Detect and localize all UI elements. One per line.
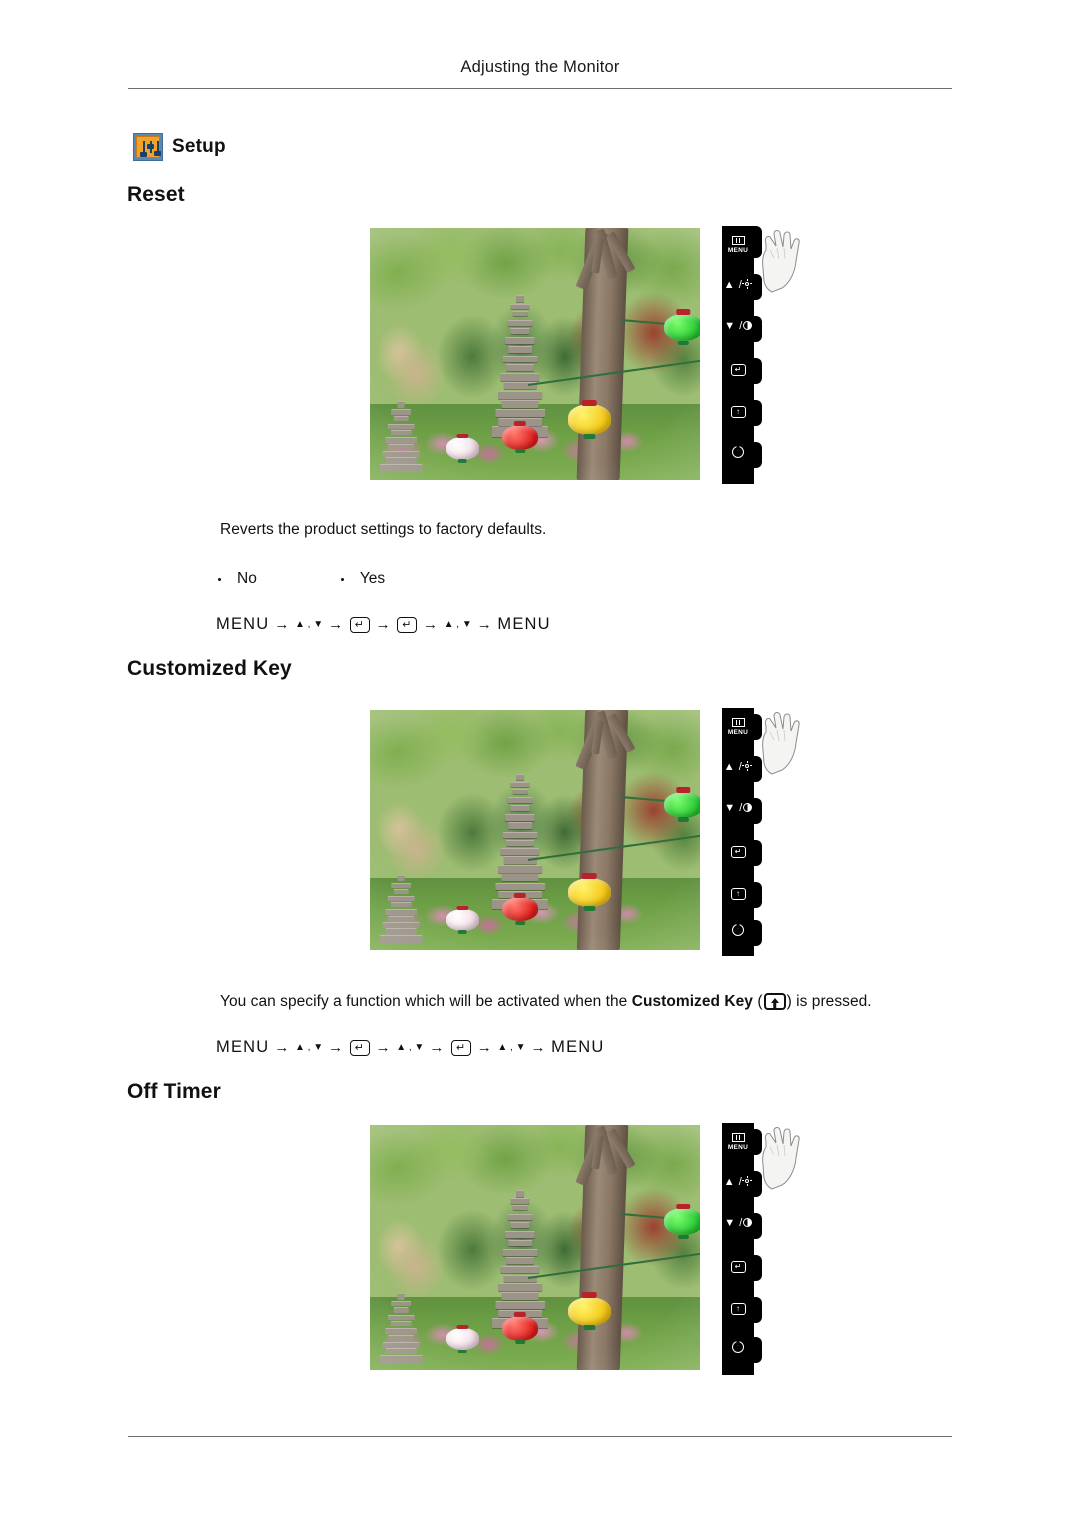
lantern-white-icon — [445, 909, 479, 931]
reset-key-sequence: MENU → ▲ , ▼ → ↵ → ↵ → ▲ , ▼ → MENU — [216, 615, 551, 633]
brightness-sun-icon: ▲ / — [722, 279, 754, 291]
pagoda-large-icon — [492, 1190, 549, 1329]
lantern-white-icon — [445, 1328, 479, 1351]
option-no-label: No — [237, 570, 257, 587]
lantern-red-icon — [502, 1316, 539, 1341]
pagoda-large-icon — [492, 295, 549, 438]
enter-icon: ↵ — [722, 364, 754, 376]
monitor-control-panel: MENU ▲ / ▼ / ↵ ↑ — [722, 226, 800, 484]
footer-divider — [128, 1436, 952, 1437]
lantern-green-icon — [663, 1208, 700, 1236]
lantern-red-icon — [502, 897, 539, 922]
reset-description: Reverts the product settings to factory … — [220, 521, 547, 538]
enter-icon: ↵ — [722, 1261, 754, 1273]
monitor-photo — [370, 228, 700, 480]
pagoda-large-icon — [492, 773, 549, 910]
figure-off-timer: MENU ▲ / ▼ / ↵ ↑ — [370, 1123, 800, 1387]
monitor-photo — [370, 1125, 700, 1370]
menu-grid-icon: MENU — [722, 236, 754, 255]
menu-grid-icon: MENU — [722, 1133, 754, 1152]
setup-section-title: Setup — [133, 133, 226, 161]
power-icon — [722, 924, 754, 938]
bullet-icon — [218, 577, 221, 581]
seq-menu-start: MENU — [216, 1038, 270, 1056]
hand-pointing-icon — [762, 230, 800, 293]
setup-label: Setup — [172, 136, 226, 157]
seq-enter-1: ↵ — [349, 1039, 370, 1056]
brightness-sun-icon: ▲ / — [722, 1176, 754, 1188]
contrast-circle-icon: ▼ / — [722, 321, 754, 332]
brightness-sun-icon: ▲ / — [722, 761, 754, 773]
power-icon — [722, 1341, 754, 1355]
hand-pointing-icon — [762, 712, 800, 775]
seq-enter-2: ↵ — [397, 616, 418, 633]
seq-enter-1: ↵ — [349, 616, 370, 633]
lantern-yellow-icon — [568, 404, 611, 435]
power-icon — [722, 446, 754, 460]
control-panel-bar — [722, 708, 754, 956]
seq-updown-1: ▲ , ▼ — [295, 619, 324, 630]
monitor-photo — [370, 710, 700, 950]
heading-off-timer: Off Timer — [127, 1080, 221, 1103]
lantern-yellow-icon — [568, 878, 611, 907]
source-up-icon: ↑ — [722, 1303, 754, 1315]
option-yes-label: Yes — [359, 570, 386, 587]
customized-key-icon — [763, 993, 786, 1010]
ckey-desc-after: is pressed. — [791, 993, 872, 1010]
contrast-circle-icon: ▼ / — [722, 1218, 754, 1229]
ckey-desc-before: You can specify a function which will be… — [220, 993, 632, 1010]
page-header-title: Adjusting the Monitor — [460, 58, 620, 76]
figure-customized-key: MENU ▲ / ▼ / ↵ ↑ — [370, 708, 800, 972]
seq-updown-3: ▲ , ▼ — [497, 1042, 526, 1053]
seq-updown-2: ▲ , ▼ — [443, 619, 472, 630]
source-up-icon: ↑ — [722, 406, 754, 418]
reset-options: No Yes — [218, 570, 385, 588]
pagoda-small-icon — [379, 1293, 423, 1363]
lantern-green-icon — [663, 313, 700, 342]
lantern-white-icon — [445, 437, 479, 460]
customized-key-description: You can specify a function which will be… — [220, 993, 872, 1010]
seq-menu-end: MENU — [497, 615, 551, 633]
pagoda-small-icon — [379, 400, 423, 473]
seq-updown-2: ▲ , ▼ — [396, 1042, 425, 1053]
bullet-icon — [340, 577, 344, 581]
option-no[interactable]: No — [218, 570, 257, 588]
contrast-circle-icon: ▼ / — [722, 803, 754, 814]
figure-reset: MENU ▲ / ▼ / ↵ ↑ — [370, 226, 800, 490]
seq-updown-1: ▲ , ▼ — [295, 1042, 324, 1053]
hand-pointing-icon — [762, 1127, 800, 1190]
header-divider — [128, 88, 952, 89]
menu-grid-icon: MENU — [722, 718, 754, 737]
page-header: Adjusting the Monitor — [0, 58, 1080, 77]
lantern-green-icon — [663, 791, 700, 818]
heading-customized-key: Customized Key — [127, 657, 292, 680]
enter-icon: ↵ — [722, 846, 754, 858]
seq-enter-2: ↵ — [450, 1039, 471, 1056]
monitor-control-panel: MENU ▲ / ▼ / ↵ ↑ — [722, 708, 800, 956]
seq-menu-end: MENU — [551, 1038, 605, 1056]
lantern-red-icon — [502, 424, 539, 450]
pagoda-small-icon — [379, 874, 423, 943]
source-up-icon: ↑ — [722, 888, 754, 900]
seq-menu-start: MENU — [216, 615, 270, 633]
heading-reset: Reset — [127, 183, 185, 206]
setup-sliders-icon — [133, 133, 163, 161]
customized-key-sequence: MENU → ▲ , ▼ → ↵ → ▲ , ▼ → ↵ → ▲ , ▼ → M… — [216, 1038, 605, 1056]
option-yes[interactable]: Yes — [340, 570, 386, 588]
lantern-yellow-icon — [568, 1296, 611, 1326]
monitor-control-panel: MENU ▲ / ▼ / ↵ ↑ — [722, 1123, 800, 1375]
ckey-desc-bold: Customized Key — [631, 993, 753, 1010]
